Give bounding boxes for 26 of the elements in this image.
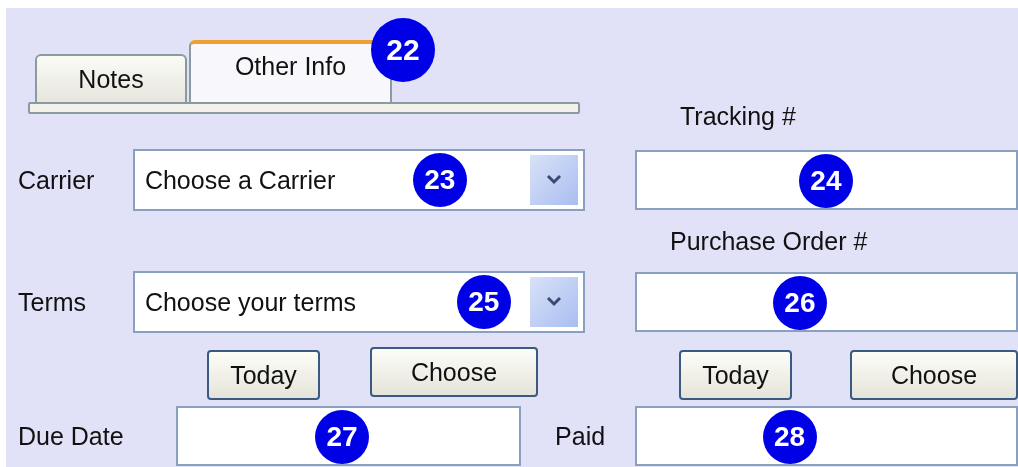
field-label: Terms bbox=[18, 287, 88, 317]
field-label: Carrier bbox=[18, 165, 96, 195]
field-label: Paid bbox=[555, 421, 607, 451]
tracking-field[interactable]: 24 bbox=[634, 150, 1018, 210]
callout-badge: 27 bbox=[315, 410, 370, 464]
tab[interactable]: Notes bbox=[35, 54, 187, 102]
carrier-dropdown[interactable]: Choose a Carrier 23 bbox=[132, 149, 585, 211]
field-label: Tracking # bbox=[679, 102, 796, 131]
callout-badge: 28 bbox=[762, 410, 817, 464]
date-button[interactable]: Choose bbox=[850, 350, 1018, 400]
date-button[interactable]: Choose bbox=[370, 347, 538, 397]
callout-badge: 24 bbox=[798, 154, 853, 208]
due-date-field[interactable]: 27 bbox=[176, 406, 522, 466]
field-label: Purchase Order # bbox=[669, 227, 868, 256]
paid-field[interactable]: 28 bbox=[634, 406, 1018, 466]
chevron-down-icon bbox=[529, 155, 578, 205]
date-button[interactable]: Today bbox=[207, 350, 320, 400]
callout-badge: 23 bbox=[412, 153, 467, 207]
date-button[interactable]: Today bbox=[679, 350, 792, 400]
purchase-order-field[interactable]: 26 bbox=[634, 272, 1018, 332]
callout-badge: 22 bbox=[371, 18, 435, 82]
terms-dropdown[interactable]: Choose your terms 25 bbox=[132, 271, 585, 333]
callout-badge: 26 bbox=[772, 276, 827, 330]
field-label: Due Date bbox=[18, 421, 125, 451]
chevron-down-icon bbox=[529, 277, 578, 327]
callout-badge: 25 bbox=[456, 275, 511, 329]
